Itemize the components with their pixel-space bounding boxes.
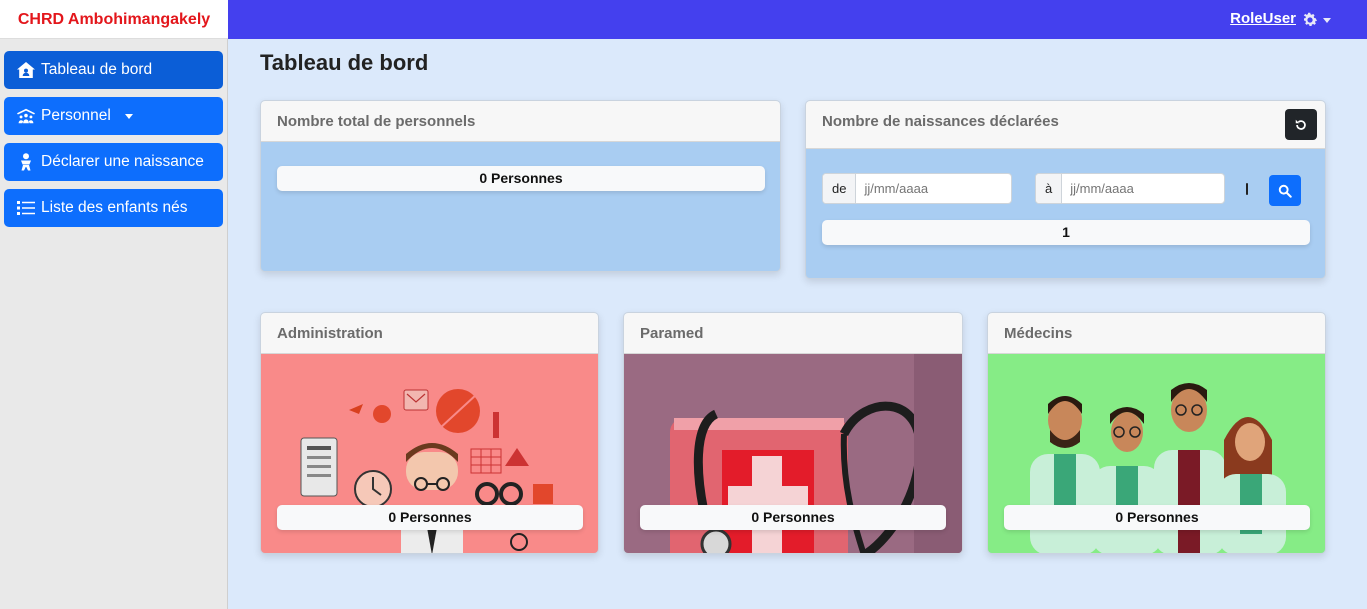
settings-dropdown[interactable]: [1301, 9, 1341, 31]
sidebar-item-label: Tableau de bord: [41, 61, 153, 78]
from-date-label: de: [823, 174, 857, 203]
card-title-row: Nombre de naissances déclarées: [806, 101, 1325, 149]
total-staff-count: 0 Personnes: [277, 166, 765, 191]
paramed-count: 0 Personnes: [640, 505, 946, 530]
rotate-left-icon: [1295, 119, 1306, 130]
card-title: Paramed: [624, 313, 962, 354]
list-icon: [17, 199, 35, 217]
total-staff-card: Nombre total de personnels 0 Personnes: [260, 100, 781, 272]
paramed-card[interactable]: Paramed 0 Personnes: [623, 312, 963, 554]
administration-count: 0 Personnes: [277, 505, 583, 530]
sidebar-item-personnel[interactable]: Personnel: [4, 97, 223, 135]
to-date-label: à: [1036, 174, 1063, 203]
gear-icon: [1303, 12, 1318, 26]
search-button[interactable]: [1269, 175, 1301, 206]
calendar-icon[interactable]: [1246, 182, 1249, 195]
from-date-group: de: [822, 173, 1043, 204]
card-title: Médecins: [988, 313, 1325, 354]
reset-button[interactable]: [1285, 109, 1317, 140]
sidebar-item-label: Personnel: [41, 107, 111, 124]
sidebar-item-declare-birth[interactable]: Déclarer une naissance: [4, 143, 223, 181]
search-icon: [1278, 184, 1292, 198]
sidebar-item-dashboard[interactable]: Tableau de bord: [4, 51, 223, 89]
to-date-input[interactable]: [1062, 174, 1247, 203]
user-name-link[interactable]: RoleUser: [1230, 10, 1296, 27]
sidebar-item-children-list[interactable]: Liste des enfants nés: [4, 189, 223, 227]
page-title: Tableau de bord: [260, 50, 429, 75]
card-title: Nombre total de personnels: [261, 101, 780, 142]
from-date-input[interactable]: [856, 174, 1041, 203]
sidebar-item-label: Déclarer une naissance: [41, 153, 204, 170]
medecins-card[interactable]: Médecins 0 Personnes: [987, 312, 1326, 554]
births-count: 1: [822, 220, 1310, 245]
card-title: Nombre de naissances déclarées: [822, 113, 1059, 130]
chevron-down-icon: [124, 113, 133, 119]
house-user-icon: [17, 61, 35, 79]
to-date-group: à: [1035, 173, 1249, 204]
chevron-down-icon: [1323, 17, 1331, 23]
card-title: Administration: [261, 313, 598, 354]
administration-card[interactable]: Administration 0 Personnes: [260, 312, 599, 554]
baby-icon: [17, 153, 35, 171]
top-navbar: CHRD Ambohimangakely RoleUser: [0, 0, 1367, 39]
births-card: Nombre de naissances déclarées de à 1: [805, 100, 1326, 279]
medecins-count: 0 Personnes: [1004, 505, 1310, 530]
sidebar-item-label: Liste des enfants nés: [41, 199, 188, 216]
sidebar: Tableau de bord Personnel Déclarer une n…: [0, 39, 228, 609]
people-roof-icon: [17, 107, 35, 125]
brand-title[interactable]: CHRD Ambohimangakely: [0, 0, 228, 39]
